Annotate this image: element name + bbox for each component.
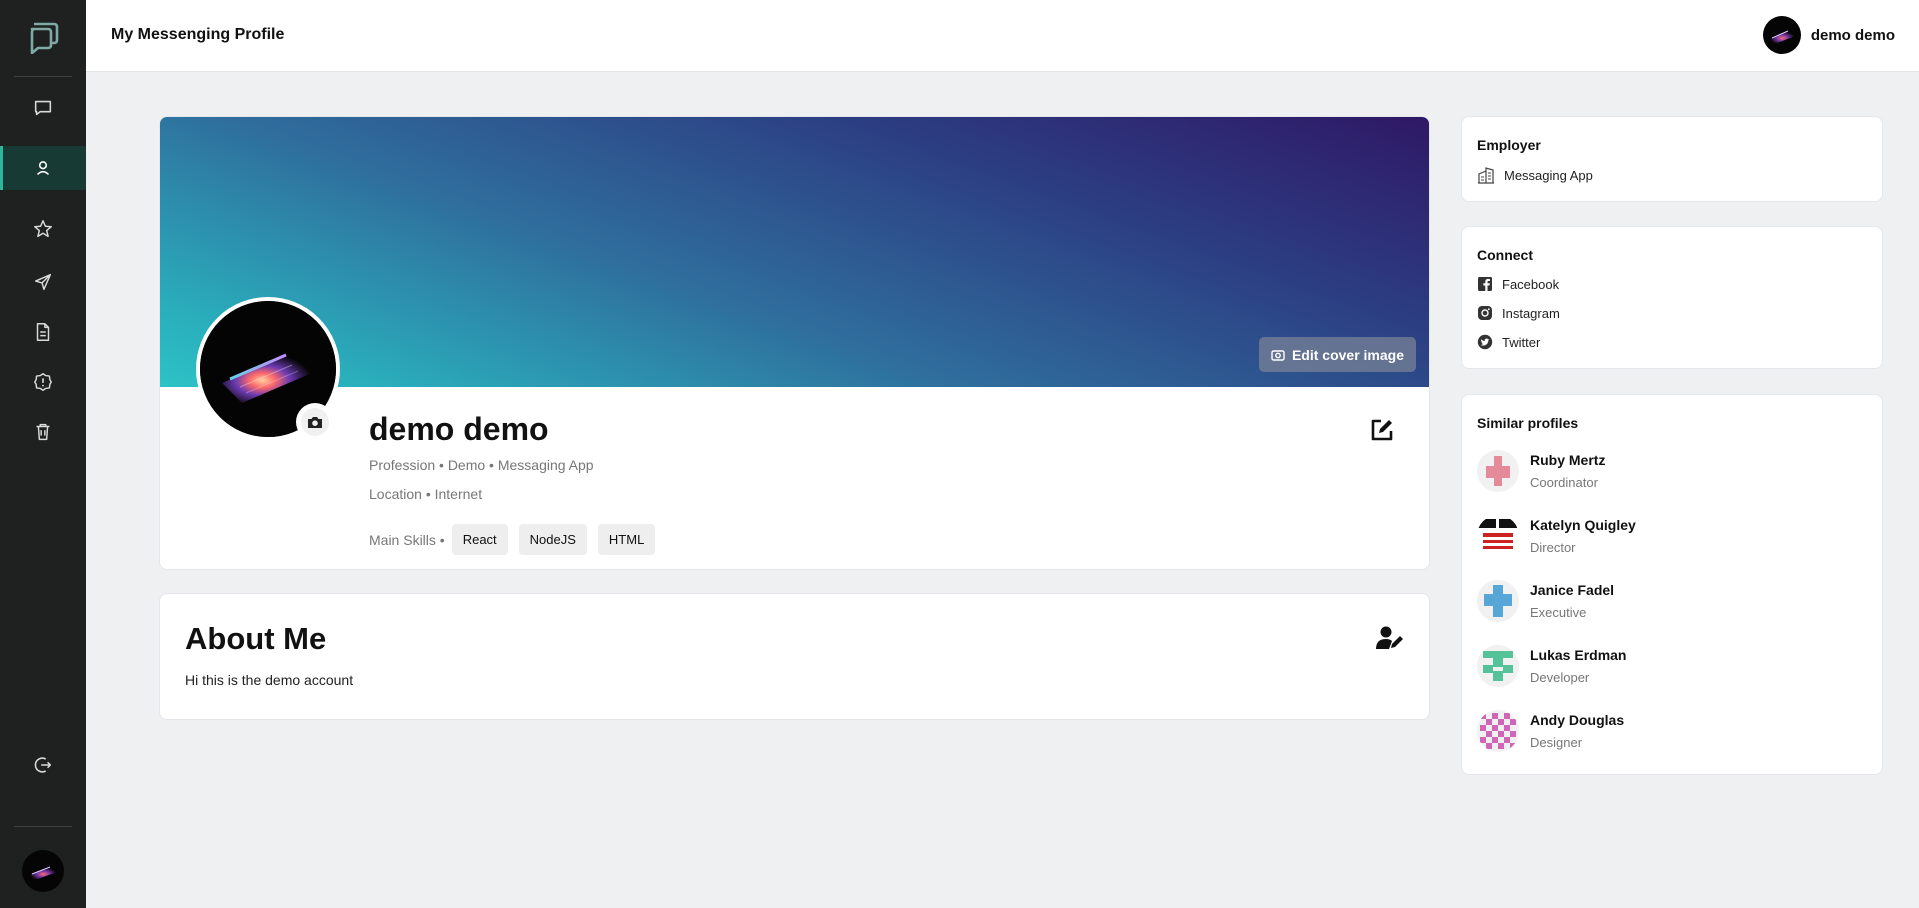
profile-card: Edit cover image demo demo Profession • … [159, 116, 1430, 570]
similar-profile-item[interactable]: Katelyn Quigley Director [1477, 515, 1636, 557]
logout-icon [34, 757, 52, 773]
facebook-link[interactable]: Facebook [1477, 276, 1559, 292]
chat-icon [34, 100, 52, 116]
similar-profile-name: Ruby Mertz [1530, 452, 1606, 468]
similar-profile-item[interactable]: Janice Fadel Executive [1477, 580, 1615, 622]
employer-name: Messaging App [1504, 167, 1593, 183]
instagram-icon [1478, 306, 1492, 320]
similar-profiles-title: Similar profiles [1477, 415, 1579, 431]
avatar [1477, 710, 1519, 752]
camera-icon [308, 417, 322, 428]
similar-profile-name: Katelyn Quigley [1530, 517, 1636, 533]
similar-profile-name: Janice Fadel [1530, 582, 1615, 598]
similar-profile-role: Developer [1530, 670, 1590, 685]
similar-profile-name: Andy Douglas [1530, 712, 1625, 728]
similar-profile-role: Coordinator [1530, 475, 1598, 490]
about-text: Hi this is the demo account [185, 672, 354, 688]
about-title: About Me [185, 621, 327, 656]
connect-title: Connect [1477, 247, 1533, 263]
skills-label: Main Skills • [369, 531, 445, 548]
twitter-link[interactable]: Twitter [1477, 334, 1540, 350]
sidebar-item-files[interactable] [0, 310, 86, 354]
employer-title: Employer [1477, 137, 1541, 153]
file-icon [36, 323, 50, 341]
skill-tag: NodeJS [518, 524, 587, 555]
edit-icon [1371, 419, 1393, 441]
app-logo-icon[interactable] [26, 20, 60, 55]
skill-tag: HTML [597, 524, 656, 555]
profile-name: demo demo [369, 411, 549, 447]
skills-row: Main Skills • React NodeJS HTML [369, 524, 656, 555]
employer-card: Employer Messaging App [1461, 116, 1883, 202]
page-title: My Messenging Profile [111, 26, 285, 43]
avatar [1762, 16, 1801, 54]
similar-profile-role: Designer [1530, 735, 1583, 750]
send-icon [34, 273, 52, 291]
avatar [1477, 515, 1519, 557]
instagram-link[interactable]: Instagram [1477, 305, 1560, 321]
username-label: demo demo [1810, 26, 1895, 44]
similar-profile-name: Lukas Erdman [1530, 647, 1627, 663]
avatar [1477, 450, 1519, 492]
top-bar: My Messenging Profile demo demo [86, 0, 1919, 72]
edit-profile-button[interactable] [1369, 417, 1395, 443]
edit-cover-label: Edit cover image [1291, 346, 1404, 363]
user-menu[interactable]: demo demo [1762, 16, 1895, 54]
sidebar-avatar[interactable] [22, 850, 64, 892]
sidebar-item-profile[interactable] [0, 146, 86, 190]
sidebar-item-trash[interactable] [0, 410, 86, 454]
star-icon [34, 220, 52, 238]
camera-icon [1271, 349, 1285, 361]
profession-text: Profession • Demo • Messaging App [369, 457, 594, 473]
employer-row: Messaging App [1477, 166, 1593, 184]
sidebar-item-favorites[interactable] [0, 207, 86, 251]
similar-profile-item[interactable]: Andy Douglas Designer [1477, 710, 1625, 752]
user-edit-icon [1376, 626, 1403, 649]
avatar [1477, 645, 1519, 687]
user-icon [36, 161, 50, 175]
skill-tag: React [451, 524, 508, 555]
similar-profile-item[interactable]: Ruby Mertz Coordinator [1477, 450, 1606, 492]
edit-cover-button[interactable]: Edit cover image [1258, 337, 1416, 372]
alert-icon [34, 373, 52, 391]
sidebar-item-alerts[interactable] [0, 360, 86, 404]
edit-about-button[interactable] [1375, 625, 1405, 651]
building-icon [1478, 167, 1494, 184]
logout-button[interactable] [0, 743, 86, 787]
sidebar [0, 0, 86, 908]
change-avatar-button[interactable] [296, 403, 334, 441]
connect-card: Connect Facebook Instagram Twitter [1461, 226, 1883, 369]
similar-profile-item[interactable]: Lukas Erdman Developer [1477, 645, 1627, 687]
sidebar-item-send[interactable] [0, 260, 86, 304]
sidebar-item-chats[interactable] [0, 86, 86, 130]
twitter-label: Twitter [1502, 334, 1541, 350]
sidebar-divider [14, 76, 72, 77]
sidebar-divider [14, 826, 72, 827]
similar-profiles-card: Similar profiles Ruby Mertz Coordinator … [1461, 394, 1883, 775]
trash-icon [36, 423, 50, 441]
twitter-icon [1477, 334, 1493, 350]
similar-profile-role: Executive [1530, 605, 1587, 620]
avatar [1477, 580, 1519, 622]
facebook-label: Facebook [1502, 276, 1560, 292]
cover-image [160, 117, 1429, 387]
location-text: Location • Internet [369, 486, 483, 502]
facebook-icon [1478, 277, 1492, 291]
instagram-label: Instagram [1502, 305, 1560, 321]
about-card: About Me Hi this is the demo account [159, 593, 1430, 720]
similar-profile-role: Director [1530, 540, 1576, 555]
